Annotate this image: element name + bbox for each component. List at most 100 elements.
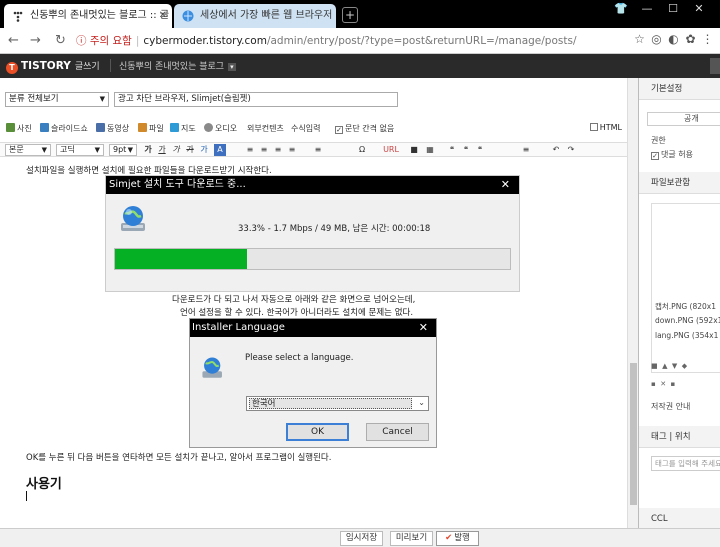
tistory-logo[interactable]: T TISTORY 글쓰기 (6, 59, 100, 74)
quote3-icon[interactable]: ❝ (474, 144, 486, 156)
highlight-button[interactable]: A (214, 144, 226, 156)
address-bar[interactable]: ⓘ 주의 요함 | cybermoder.tistory.com/admin/ent… (76, 31, 652, 51)
insert-file-button[interactable]: 파일 (138, 123, 164, 134)
comment-allow-toggle[interactable]: ✓ 댓글 허용 (651, 149, 693, 160)
back-icon[interactable]: ← (8, 33, 19, 48)
divider-icon[interactable]: ≡ (520, 144, 532, 156)
font-color-button[interactable]: 가 (198, 144, 210, 156)
bookmark-star-icon[interactable]: ☆ (631, 32, 648, 46)
extension-icon[interactable]: ◎ (648, 32, 665, 46)
download-progress-bar (114, 248, 511, 270)
insert-slideshow-button[interactable]: 슬라이드쇼 (40, 123, 88, 134)
globe-drive-icon (202, 357, 222, 378)
redo-icon[interactable]: ↷ (565, 144, 577, 156)
slideshow-icon (40, 123, 49, 132)
font-select[interactable]: 고딕 ▼ (56, 144, 104, 156)
menu-icon[interactable]: ⋮ (699, 32, 716, 46)
bold-button[interactable]: 가 (142, 144, 154, 156)
align-left-icon[interactable]: ≡ (244, 144, 256, 156)
tab-title: 신동뿌의 존내멋있는 블로그 :: 글 (30, 10, 170, 21)
insert-map-button[interactable]: 지도 (170, 123, 196, 134)
url-link-button[interactable]: URL (380, 144, 402, 156)
insert-photo-button[interactable]: 사진 (6, 123, 32, 134)
insert-video-button[interactable]: 동영상 (96, 123, 129, 134)
header-right-button[interactable] (710, 58, 720, 74)
file-action-icons[interactable]: ■ ▲ ▼ ◆ (651, 362, 687, 370)
url-host: cybermoder.tistory.com (143, 35, 267, 47)
insert-formula-button[interactable]: 수식입력 (291, 123, 320, 134)
quote-icon[interactable]: ❝ (446, 144, 458, 156)
insert-toolbar: 사진 슬라이드쇼 동영상 파일 지도 오디오 외부컨텐츠 수식입력 ✓ 문단 간격… (0, 121, 638, 137)
forward-icon[interactable]: → (30, 33, 41, 48)
chevron-down-icon: ▼ (127, 146, 133, 154)
publish-button[interactable]: ✔ 발행 (436, 531, 479, 546)
github-icon[interactable]: ◐ (665, 32, 682, 46)
close-icon: ✕ (500, 178, 510, 191)
scrollbar-thumb[interactable] (630, 363, 637, 505)
chevron-down-icon: ▼ (99, 95, 105, 103)
visibility-button[interactable]: 공개 (647, 112, 720, 126)
insert-external-button[interactable]: 외부컨텐츠 (247, 123, 284, 134)
file-icon (138, 123, 147, 132)
file-item[interactable]: 캡처.PNG (820x1 (655, 301, 716, 312)
special-char-icon[interactable]: Ω (356, 144, 368, 156)
chevron-down-icon: ▾ (228, 63, 236, 71)
globe-favicon-icon (182, 10, 194, 22)
post-title-input[interactable]: 광고 차단 브라우저, Slimjet(슬림젯) (114, 92, 398, 107)
align-right-icon[interactable]: ≡ (272, 144, 284, 156)
file-item[interactable]: lang.PNG (354x1 (655, 331, 718, 340)
browser-tab-strip: 신동뿌의 존내멋있는 블로그 :: 글 ✕ 세상에서 가장 빠른 웹 브라우저 … (0, 0, 720, 28)
reload-icon[interactable]: ↻ (55, 33, 66, 48)
tab-tags[interactable]: 태그 (651, 432, 667, 442)
paragraph[interactable]: 다운로드가 다 되고 나서 자동으로 아래와 같은 화면으로 넘어오는데, (172, 293, 415, 305)
table-icon[interactable]: ▦ (424, 144, 436, 156)
tab-browser[interactable]: 세상에서 가장 빠른 웹 브라우저 (174, 4, 336, 28)
file-storage-header[interactable]: 파일보관함 (639, 172, 720, 194)
save-draft-button[interactable]: 임시저장 (340, 531, 383, 546)
tab-tistory[interactable]: 신동뿌의 존내멋있는 블로그 :: 글 ✕ (4, 4, 172, 28)
post-editor: 분류 전체보기 ▼ 광고 차단 브라우저, Slimjet(슬림젯) 사진 슬라이… (0, 78, 638, 528)
align-center-icon[interactable]: ≡ (258, 144, 270, 156)
copyright-link[interactable]: 저작권 안내 (651, 401, 690, 412)
flower-icon[interactable]: ✿ (682, 32, 699, 46)
editor-scrollbar[interactable] (627, 78, 638, 528)
address-row: ← → ↻ ⓘ 주의 요함 | cybermoder.tistory.com/adm… (0, 28, 720, 54)
maximize-icon[interactable]: ☐ (660, 2, 686, 15)
tistory-favicon-icon (13, 11, 23, 22)
underline-button[interactable]: 가 (156, 144, 168, 156)
undo-icon[interactable]: ↶ (550, 144, 562, 156)
ok-button: OK (286, 423, 349, 441)
paragraph[interactable]: 언어 설정을 할 수 있다. 한국어가 아니더라도 설치에 문제는 없다. (180, 306, 413, 318)
file-item[interactable]: down.PNG (592x1 (655, 316, 720, 325)
italic-button[interactable]: 가 (170, 144, 182, 156)
paragraph-spacing-toggle[interactable]: ✓ 문단 간격 없음 (335, 123, 394, 134)
color-block-icon[interactable]: ■ (408, 144, 420, 156)
font-size-select[interactable]: 9pt ▼ (109, 144, 137, 156)
line-height-icon[interactable]: ≡ (312, 144, 324, 156)
close-window-icon[interactable]: ✕ (686, 2, 712, 15)
section-heading[interactable]: 사용기 (26, 473, 62, 492)
new-tab-button[interactable]: + (342, 7, 358, 23)
strike-button[interactable]: 가 (184, 144, 196, 156)
close-tab-icon[interactable]: ✕ (159, 4, 167, 28)
preview-button[interactable]: 미리보기 (390, 531, 433, 546)
blog-selector[interactable]: 신동뿌의 존내멋있는 블로그 ▾ (110, 59, 236, 72)
tab-location[interactable]: 위치 (675, 432, 691, 442)
paragraph-style-select[interactable]: 본문 ▼ (5, 144, 51, 156)
html-mode-toggle[interactable]: HTML (589, 123, 622, 132)
align-justify-icon[interactable]: ≡ (286, 144, 298, 156)
file-action-icons-2[interactable]: ▪ ✕ ▪ (651, 380, 675, 388)
insert-audio-button[interactable]: 오디오 (204, 123, 237, 134)
basic-settings-header[interactable]: 기본설정 (639, 78, 720, 100)
format-toolbar: 본문 ▼ 고딕 ▼ 9pt ▼ 가 가 가 가 가 A ≡ ≡ ≡ ≡ ≡ Ω URL… (0, 142, 638, 157)
language-selected: 한국어 (249, 398, 412, 409)
profile-icon[interactable]: 👕 (608, 2, 634, 15)
dialog-title: Simjet 설치 도구 다운로드 중... (109, 179, 246, 190)
minimize-icon[interactable]: — (634, 2, 660, 15)
tag-input[interactable]: 태그를 입력해 주세요 (651, 456, 720, 471)
category-select[interactable]: 분류 전체보기 ▼ (5, 92, 109, 107)
globe-drive-icon (121, 206, 145, 231)
ccl-header[interactable]: CCL (639, 508, 720, 528)
quote2-icon[interactable]: ❝ (460, 144, 472, 156)
paragraph[interactable]: OK를 누른 뒤 다음 버튼을 연타하면 모든 설치가 끝나고, 알아서 프로그… (26, 451, 331, 463)
